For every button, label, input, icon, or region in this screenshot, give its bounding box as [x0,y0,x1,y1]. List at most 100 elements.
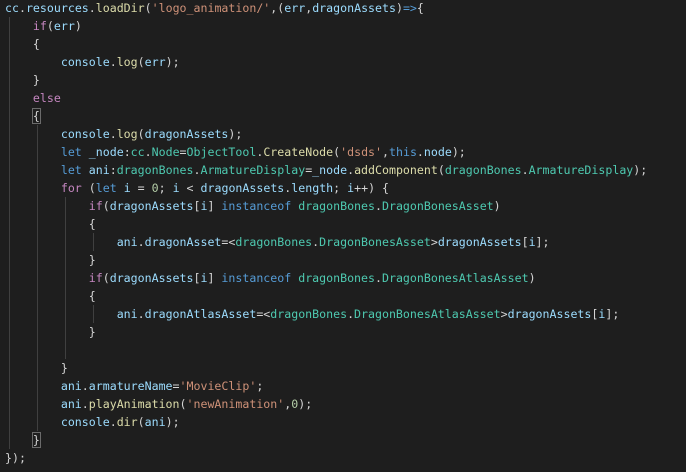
code-token: ); [165,415,180,429]
code-token: { [32,37,40,51]
code-line[interactable]: ani.dragonAsset=<dragonBones.DragonBones… [5,233,647,251]
code-token: ,( [270,1,285,15]
code-token: }); [5,451,26,465]
code-token: { [416,1,424,15]
code-token: length [291,181,334,195]
code-token: console [60,127,110,141]
code-line[interactable]: console.log(err); [5,53,647,71]
code-line[interactable]: { [5,215,647,233]
code-token: DragonBonesAtlasAsset [354,307,501,321]
code-line[interactable]: cc.resources.loadDir('logo_animation/',(… [5,0,647,17]
code-token: : [109,163,117,177]
code-token: { [88,289,96,303]
code-line[interactable]: console.log(dragonAssets); [5,125,647,143]
code-token: ; [333,181,348,195]
code-token: ( [81,181,96,195]
code-editor[interactable]: cc.resources.loadDir('logo_animation/',(… [0,0,686,472]
code-line[interactable]: if(dragonAssets[i] instanceof dragonBone… [5,269,647,287]
code-token: ( [137,127,145,141]
code-token: DragonBonesAtlasAsset [381,271,529,285]
code-token: ArmatureDisplay [528,163,634,177]
code-line[interactable]: } [5,251,647,269]
code-token: console [60,415,110,429]
code-line[interactable] [5,341,647,359]
code-token: { [88,217,96,231]
code-token: => [402,1,417,15]
code-token: } [32,73,40,87]
code-line[interactable]: { [5,107,647,125]
code-token: _node [88,145,124,159]
code-token: =< [256,307,271,321]
code-token: dragonAssets [437,235,522,249]
code-token: else [32,91,61,105]
code-line[interactable]: let _node:cc.Node=ObjectTool.CreateNode(… [5,143,647,161]
code-token: loadDir [95,1,145,15]
matched-bracket-token: { [31,108,41,124]
code-token: ( [137,415,145,429]
code-token: console [60,55,110,69]
code-line[interactable]: else [5,89,647,107]
code-token: ) [74,19,82,33]
code-line[interactable]: } [5,71,647,89]
code-token: if [32,19,47,33]
code-token: err [53,19,75,33]
code-token: . [375,199,382,213]
code-line[interactable]: { [5,35,647,53]
code-token: ( [102,199,110,213]
code-line[interactable]: if(dragonAssets[i] instanceof dragonBone… [5,197,647,215]
code-token: dragonAssets [109,271,194,285]
code-token: . [137,235,145,249]
code-token: cc [5,1,19,15]
code-token: err [144,55,166,69]
code-token: ) [493,199,501,213]
code-token: ArmatureDisplay [200,163,306,177]
code-token: . [109,55,117,69]
code-line[interactable]: for (let i = 0; i < dragonAssets.length;… [5,179,647,197]
code-token: dragonBones [444,163,522,177]
code-token: ObjectTool [186,145,257,159]
code-line[interactable]: if(err) [5,17,647,35]
code-line[interactable]: } [5,431,647,449]
code-line[interactable]: console.dir(ani); [5,413,647,431]
code-line[interactable]: } [5,359,647,377]
code-token: . [137,307,145,321]
code-token: < [179,181,201,195]
code-text-area[interactable]: cc.resources.loadDir('logo_animation/',(… [5,0,647,467]
code-token: cc [130,145,145,159]
code-line[interactable]: ani.armatureName='MovieClip'; [5,377,647,395]
code-token: } [88,325,96,339]
code-token: instanceof [221,199,292,213]
code-line[interactable]: { [5,287,647,305]
code-line[interactable]: } [5,323,647,341]
code-token: . [347,163,355,177]
code-line[interactable]: }); [5,449,647,467]
code-token: ani [60,379,82,393]
code-token: let [60,163,82,177]
code-token: ( [437,163,445,177]
code-token: i [528,235,536,249]
code-token: dragonAsset [144,235,222,249]
code-token: : [123,145,131,159]
code-line[interactable]: ani.dragonAtlasAsset=<dragonBones.Dragon… [5,305,647,323]
code-token: ( [144,1,152,15]
code-line[interactable]: let ani:dragonBones.ArmatureDisplay=_nod… [5,161,647,179]
code-token: ( [46,19,54,33]
code-token: dragonBones [270,307,348,321]
code-line[interactable]: ani.playAnimation('newAnimation',0); [5,395,647,413]
code-token: ( [137,55,145,69]
